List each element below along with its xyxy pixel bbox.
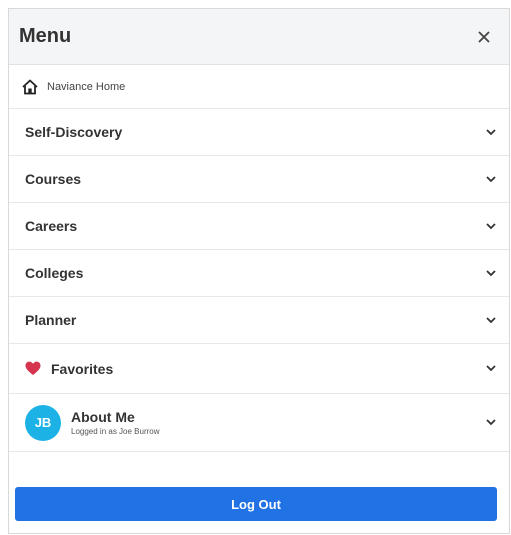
chevron-down-icon bbox=[485, 314, 497, 326]
close-icon[interactable] bbox=[473, 26, 495, 48]
about-text: About Me Logged in as Joe Burrow bbox=[71, 409, 160, 436]
nav-item-planner[interactable]: Planner bbox=[9, 297, 509, 344]
about-left: JB About Me Logged in as Joe Burrow bbox=[25, 404, 160, 441]
menu-header: Menu bbox=[9, 9, 509, 65]
menu-title: Menu bbox=[19, 25, 72, 47]
nav-item-label: Self-Discovery bbox=[25, 124, 123, 140]
nav-item-label: Courses bbox=[25, 171, 82, 187]
nav-item-label: Planner bbox=[25, 312, 77, 328]
nav-item-about-me[interactable]: JB About Me Logged in as Joe Burrow bbox=[9, 394, 509, 452]
chevron-down-icon bbox=[485, 363, 497, 375]
logout-button[interactable]: Log Out bbox=[15, 487, 497, 521]
nav-item-self-discovery[interactable]: Self-Discovery bbox=[9, 109, 509, 156]
favorites-label: Favorites bbox=[51, 360, 114, 377]
nav-item-colleges[interactable]: Colleges bbox=[9, 250, 509, 297]
chevron-down-icon bbox=[485, 267, 497, 279]
chevron-down-icon bbox=[485, 173, 497, 185]
home-icon bbox=[21, 78, 39, 96]
nav-item-label: Colleges bbox=[25, 265, 84, 281]
nav-item-courses[interactable]: Courses bbox=[9, 156, 509, 203]
chevron-down-icon bbox=[485, 417, 497, 429]
heart-icon bbox=[25, 361, 41, 377]
favorites-left: Favorites bbox=[25, 361, 113, 377]
nav-item-favorites[interactable]: Favorites bbox=[9, 344, 509, 394]
logout-container: Log Out bbox=[15, 487, 497, 521]
naviance-home-link[interactable]: Naviance Home bbox=[9, 65, 509, 109]
logged-in-status: Logged in as Joe Burrow bbox=[71, 427, 160, 436]
chevron-down-icon bbox=[485, 220, 497, 232]
nav-item-careers[interactable]: Careers bbox=[9, 203, 509, 250]
nav-item-label: Careers bbox=[25, 218, 78, 234]
menu-panel: Menu Naviance Home Self-Discovery Course… bbox=[8, 8, 510, 534]
chevron-down-icon bbox=[485, 126, 497, 138]
home-label: Naviance Home bbox=[47, 80, 126, 93]
about-title: About Me bbox=[71, 409, 135, 425]
avatar: JB bbox=[25, 404, 61, 441]
